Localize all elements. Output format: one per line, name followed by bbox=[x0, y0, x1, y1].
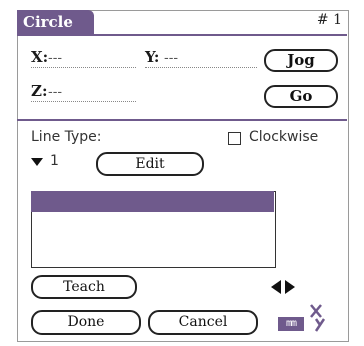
y-underline bbox=[145, 67, 257, 68]
line-type-value: 1 bbox=[50, 153, 59, 169]
x-label: X: bbox=[31, 48, 49, 66]
x-value: --- bbox=[48, 51, 63, 66]
edit-button[interactable]: Edit bbox=[96, 152, 204, 176]
arrow-left-icon[interactable] bbox=[271, 280, 281, 294]
go-button[interactable]: Go bbox=[264, 85, 338, 108]
z-underline bbox=[31, 101, 136, 102]
jog-button[interactable]: Jog bbox=[264, 49, 338, 72]
record-number: # 1 bbox=[316, 12, 342, 28]
clockwise-checkbox[interactable] bbox=[228, 132, 241, 145]
window-title: Circle bbox=[17, 10, 94, 35]
z-value: --- bbox=[48, 85, 63, 100]
section-divider bbox=[17, 119, 347, 121]
line-type-popup[interactable]: 1 bbox=[31, 152, 81, 174]
z-label: Z: bbox=[31, 82, 48, 100]
y-label: Y: bbox=[145, 48, 160, 66]
cancel-button[interactable]: Cancel bbox=[148, 310, 258, 335]
line-type-label: Line Type: bbox=[31, 129, 102, 145]
x-underline bbox=[31, 67, 136, 68]
arrow-right-icon[interactable] bbox=[285, 280, 295, 294]
axes-icon[interactable] bbox=[306, 302, 328, 332]
units-badge[interactable]: mm bbox=[278, 317, 304, 331]
teach-button[interactable]: Teach bbox=[31, 275, 137, 299]
list-row-selected[interactable] bbox=[31, 191, 274, 212]
clockwise-label: Clockwise bbox=[249, 129, 319, 145]
y-value: --- bbox=[164, 51, 179, 66]
triangle-down-icon bbox=[31, 158, 43, 166]
done-button[interactable]: Done bbox=[31, 310, 141, 335]
